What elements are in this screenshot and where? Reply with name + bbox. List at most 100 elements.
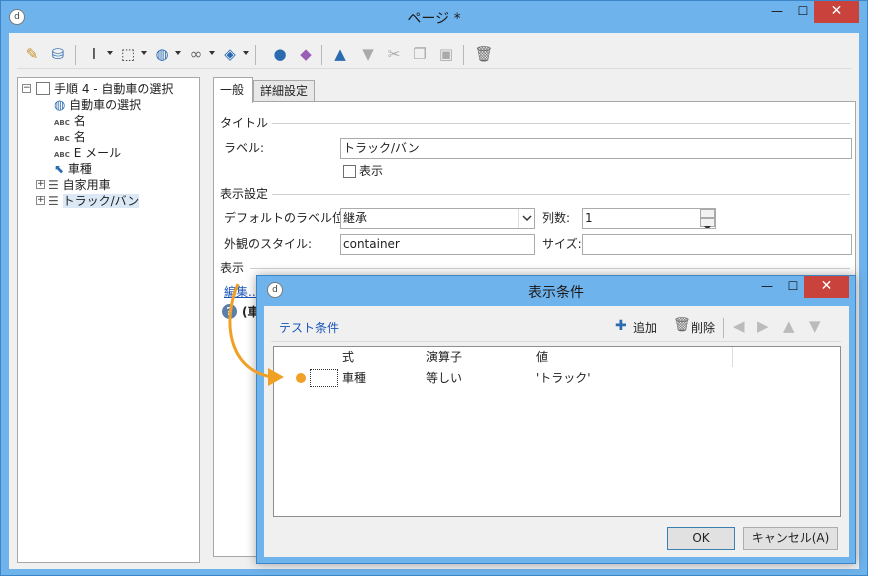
show-label-checkbox[interactable] (343, 165, 356, 178)
columns-stepper[interactable]: 1 (582, 208, 716, 229)
delete-button[interactable]: 削除 (691, 320, 715, 336)
dialog-minimize-button[interactable]: — (753, 276, 781, 298)
default-label-position-select[interactable]: 継承 (340, 208, 535, 229)
move-down-icon[interactable]: ▼ (357, 43, 379, 65)
annotation-arrow (228, 283, 284, 386)
divider (220, 123, 850, 124)
visibility-section-header: 表示 (220, 260, 249, 276)
table-cell-operator[interactable]: 等しい (426, 369, 462, 387)
tab-advanced[interactable]: 詳細設定 (253, 80, 315, 102)
cursor-select-icon: ⬉ (54, 162, 65, 176)
tree-item-label: トラック/バン (62, 194, 140, 208)
tree-item-label: 名 (73, 114, 86, 128)
globe-icon: ◍ (54, 98, 66, 113)
default-label-position-value: 継承 (343, 211, 368, 225)
move-up-icon[interactable]: ▲ (329, 43, 351, 65)
tree-item[interactable]: ⬉ 車種 (54, 161, 92, 177)
arrow-up-icon[interactable]: ▲ (783, 317, 795, 335)
expand-icon[interactable]: + (36, 180, 45, 189)
paste-icon[interactable]: ▣ (435, 43, 457, 65)
copy-icon[interactable]: ❐ (409, 43, 431, 65)
tree-item[interactable]: ABC E メール (54, 145, 121, 161)
close-button[interactable]: ✕ (814, 1, 859, 23)
table-cell-expression[interactable]: 車種 (342, 369, 366, 387)
size-caption: サイズ: (542, 237, 582, 251)
tree-item-label: 自家用車 (62, 178, 111, 192)
tab-general[interactable]: 一般 (213, 77, 253, 103)
tree-item[interactable]: ABC 名 (54, 129, 86, 145)
text-cursor-icon[interactable]: Ⅰ (83, 43, 105, 65)
chevron-down-icon[interactable] (175, 51, 181, 55)
show-label-caption: 表示 (359, 164, 384, 178)
column-header-value[interactable]: 値 (536, 347, 548, 367)
minimize-button[interactable]: — (763, 1, 791, 23)
wand-icon[interactable]: ✎ (21, 43, 43, 65)
collapse-icon[interactable]: − (22, 84, 31, 93)
chevron-down-icon[interactable] (243, 51, 249, 55)
toolbar-separator (723, 318, 724, 338)
toolbar: ✎ ⛁ Ⅰ ⬚ ◍ ∞ ◈ ● ◆ ▲ ▼ ✂ ❐ ▣ 🗑 (17, 39, 852, 69)
columns-value: 1 (585, 211, 593, 225)
label-input[interactable]: トラック/バン (340, 138, 852, 159)
cut-icon[interactable]: ✂ (383, 43, 405, 65)
appearance-style-input[interactable]: container (340, 234, 535, 255)
display-section-header: 表示設定 (220, 186, 273, 202)
globe-icon[interactable]: ◍ (151, 43, 173, 65)
cancel-button[interactable]: キャンセル(A) (743, 527, 838, 550)
tree-item[interactable]: + ☰ 自家用車 (36, 177, 111, 193)
arrow-left-icon[interactable]: ◀ (733, 317, 745, 335)
container-icon[interactable]: ◈ (219, 43, 241, 65)
dialog-toolbar: テスト条件 ✚ 追加 🗑 削除 ◀ ▶ ▲ ▼ (271, 314, 841, 342)
conditions-grid: 式 演算子 値 車種 等しい 'トラック' (273, 346, 841, 517)
structure-tree: − 手順 4 - 自動車の選択 ◍ 自動車の選択 ABC 名 ABC 名 ABC… (17, 77, 200, 563)
tree-root-label: 手順 4 - 自動車の選択 (54, 82, 174, 96)
list-icon: ☰ (48, 178, 59, 192)
dialog-close-button[interactable]: ✕ (804, 276, 849, 298)
arrow-down-icon[interactable]: ▼ (809, 317, 821, 335)
tree-item-label: E メール (73, 146, 122, 160)
trash-icon[interactable]: 🗑 (473, 43, 495, 65)
abc-text-icon: ABC (54, 119, 70, 127)
trash-icon[interactable]: 🗑 (673, 317, 691, 333)
chevron-down-icon[interactable] (107, 51, 113, 55)
column-header-expression[interactable]: 式 (342, 347, 354, 367)
chevron-down-icon[interactable] (141, 51, 147, 55)
spin-up-icon[interactable] (700, 209, 715, 222)
column-divider (732, 347, 733, 367)
appearance-style-caption: 外観のスタイル: (224, 237, 313, 251)
columns-caption: 列数: (542, 211, 571, 225)
ok-button[interactable]: OK (667, 527, 735, 550)
arrow-right-icon[interactable]: ▶ (757, 317, 769, 335)
toolbar-separator (255, 45, 256, 65)
visibility-condition-dialog: d 表示条件 — ☐ ✕ テスト条件 ✚ 追加 🗑 削除 ◀ ▶ ▲ ▼ 式 演… (256, 275, 856, 564)
dialog-client: テスト条件 ✚ 追加 🗑 削除 ◀ ▶ ▲ ▼ 式 演算子 値 車種 等しい '… (264, 306, 849, 557)
size-input[interactable] (582, 234, 852, 255)
database-icon[interactable]: ⛁ (47, 43, 69, 65)
tree-item[interactable]: ABC 名 (54, 113, 86, 129)
tree-item[interactable]: ◍ 自動車の選択 (54, 97, 141, 113)
divider (220, 194, 850, 195)
row-selector[interactable] (310, 369, 338, 387)
list-icon: ☰ (48, 194, 59, 208)
toolbar-separator (321, 45, 322, 65)
select-control-icon[interactable]: ⬚ (117, 43, 139, 65)
add-button[interactable]: 追加 (633, 320, 657, 336)
spin-down-icon[interactable] (700, 218, 715, 228)
main-titlebar: d ページ * — ☐ ✕ (1, 1, 867, 33)
window-title: ページ * (407, 11, 461, 27)
shapes-icon[interactable]: ◆ (295, 43, 317, 65)
expand-icon[interactable]: + (36, 196, 45, 205)
person-icon[interactable]: ● (269, 43, 291, 65)
tree-item-label: 名 (73, 130, 86, 144)
add-icon[interactable]: ✚ (615, 318, 627, 334)
table-cell-value[interactable]: 'トラック' (536, 369, 591, 387)
chevron-down-icon[interactable] (209, 51, 215, 55)
column-header-operator[interactable]: 演算子 (426, 347, 462, 367)
tree-item-label: 車種 (67, 162, 92, 176)
dialog-maximize-button[interactable]: ☐ (779, 276, 807, 298)
link-icon[interactable]: ∞ (185, 43, 207, 65)
chevron-down-icon[interactable] (518, 209, 534, 228)
maximize-button[interactable]: ☐ (789, 1, 817, 23)
tree-item[interactable]: + ☰ トラック/バン (36, 193, 140, 209)
tree-item-label: 自動車の選択 (69, 98, 142, 112)
